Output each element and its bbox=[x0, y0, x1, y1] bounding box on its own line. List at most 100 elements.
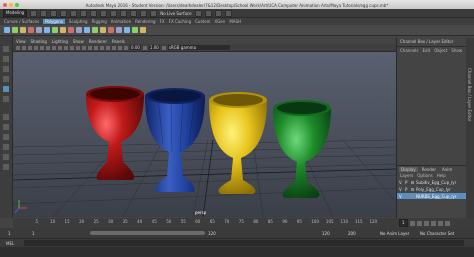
command-language-label[interactable]: MEL bbox=[6, 241, 14, 246]
layout-side-icon[interactable] bbox=[3, 134, 9, 140]
range-inner-start-field[interactable]: 1 bbox=[32, 231, 35, 236]
egg-cup-yellow[interactable] bbox=[209, 92, 267, 194]
panel-menu-view[interactable]: View bbox=[16, 39, 26, 44]
channel-box-menu-show[interactable]: Show bbox=[451, 48, 462, 53]
grid-icon[interactable] bbox=[34, 45, 38, 50]
layer-menu-layers[interactable]: Layers bbox=[400, 173, 413, 178]
time-slider[interactable]: 5 10 15 20 25 30 35 40 45 50 55 60 65 70 75 80 85 90 95 100… bbox=[13, 218, 396, 228]
step-forward-icon[interactable] bbox=[437, 220, 443, 226]
exposure-icon[interactable] bbox=[124, 45, 128, 50]
shelf-tool-icon[interactable] bbox=[108, 27, 114, 33]
layer-playback-toggle[interactable]: P bbox=[405, 187, 409, 192]
color-management-icon[interactable] bbox=[161, 45, 166, 50]
snap-point-icon[interactable] bbox=[130, 9, 138, 17]
layer-playback-toggle[interactable]: P bbox=[405, 180, 409, 185]
snap-grid-icon[interactable] bbox=[110, 9, 118, 17]
gamma-field[interactable]: 1.00 bbox=[148, 45, 160, 50]
layout-outliner-icon[interactable] bbox=[3, 144, 9, 150]
motion-blur-icon[interactable] bbox=[94, 45, 98, 50]
live-surface-icon[interactable] bbox=[150, 9, 158, 17]
shelf-tool-icon[interactable] bbox=[116, 27, 122, 33]
egg-cup-green[interactable] bbox=[273, 100, 331, 198]
panel-menu-show[interactable]: Show bbox=[73, 39, 84, 44]
smooth-shade-icon[interactable] bbox=[64, 45, 68, 50]
gamma-icon[interactable] bbox=[142, 45, 147, 50]
layer-visible-toggle[interactable]: V bbox=[399, 194, 403, 199]
shelf-tool-icon[interactable] bbox=[12, 27, 18, 33]
layer-visible-toggle[interactable]: V bbox=[399, 180, 403, 185]
snap-view-icon[interactable] bbox=[140, 9, 148, 17]
redo-icon[interactable] bbox=[70, 9, 78, 17]
shelf-tab[interactable]: XGen bbox=[214, 19, 225, 24]
layer-tab-anim[interactable]: Anim bbox=[440, 167, 454, 172]
range-max-field[interactable]: 200 bbox=[348, 231, 356, 236]
paint-select-icon[interactable] bbox=[3, 66, 9, 72]
shelf-tool-icon[interactable] bbox=[100, 27, 106, 33]
open-scene-icon[interactable] bbox=[40, 9, 48, 17]
select-tool-icon[interactable] bbox=[3, 46, 9, 52]
shelf-tab[interactable]: Sculpting bbox=[69, 19, 88, 24]
go-to-start-icon[interactable] bbox=[409, 220, 415, 226]
channel-box-menu-channels[interactable]: Channels bbox=[400, 48, 419, 53]
hypershade-icon[interactable] bbox=[224, 9, 232, 17]
shelf-tool-icon[interactable] bbox=[132, 27, 138, 33]
range-slider-track[interactable] bbox=[90, 231, 205, 235]
new-scene-icon[interactable] bbox=[30, 9, 38, 17]
render-icon[interactable] bbox=[194, 9, 202, 17]
layout-graph-icon[interactable] bbox=[3, 154, 9, 160]
shelf-tool-icon[interactable] bbox=[44, 27, 50, 33]
mode-select[interactable]: Modeling bbox=[3, 9, 28, 17]
range-start-field[interactable]: 1 bbox=[8, 231, 11, 236]
snap-curve-icon[interactable] bbox=[120, 9, 128, 17]
shelf-tab[interactable]: MASH bbox=[229, 19, 241, 24]
shelf-tab[interactable]: Rendering bbox=[135, 19, 155, 24]
shadows-icon[interactable] bbox=[82, 45, 86, 50]
render-settings-icon[interactable] bbox=[214, 9, 222, 17]
xray-icon[interactable] bbox=[112, 45, 116, 50]
channel-box-menu-edit[interactable]: Edit bbox=[423, 48, 431, 53]
side-tab[interactable]: Channel Box / Layer Editor bbox=[466, 38, 474, 218]
shelf-tab[interactable]: Animation bbox=[111, 19, 131, 24]
shelf-tool-icon[interactable] bbox=[36, 27, 42, 33]
layout-hypershade-icon[interactable] bbox=[3, 164, 9, 170]
image-plane-icon[interactable] bbox=[28, 45, 32, 50]
shelf-tab[interactable]: FX bbox=[160, 19, 165, 24]
select-hierarchy-icon[interactable] bbox=[80, 9, 88, 17]
shelf-tool-icon[interactable] bbox=[60, 27, 66, 33]
lasso-tool-icon[interactable] bbox=[3, 56, 9, 62]
textured-icon[interactable] bbox=[70, 45, 74, 50]
panel-menu-renderer[interactable]: Renderer bbox=[89, 39, 107, 44]
play-back-icon[interactable] bbox=[423, 220, 429, 226]
layer-color-swatch[interactable] bbox=[411, 194, 414, 198]
isolate-select-icon[interactable] bbox=[106, 45, 110, 50]
shelf-tool-icon[interactable] bbox=[124, 27, 130, 33]
camera-attributes-icon[interactable] bbox=[16, 45, 20, 50]
viewport-persp[interactable]: persp bbox=[13, 52, 396, 217]
shelf-tool-icon[interactable] bbox=[92, 27, 98, 33]
layer-row-selected[interactable]: V NURBS_Egg_Cup_lyr bbox=[397, 193, 467, 199]
xray-joints-icon[interactable] bbox=[118, 45, 122, 50]
channel-box-menu-object[interactable]: Object bbox=[434, 48, 447, 53]
layer-row[interactable]: V P Subdiv_Egg_Cup_lyr bbox=[397, 179, 467, 185]
shelf-tool-icon[interactable] bbox=[20, 27, 26, 33]
shelf-tab-polygons[interactable]: Polygons bbox=[43, 19, 65, 24]
shelf-tab[interactable]: Curves / Surfaces bbox=[4, 19, 39, 24]
egg-cup-red[interactable] bbox=[86, 86, 144, 180]
move-tool-icon[interactable] bbox=[3, 76, 9, 82]
panel-menu-panels[interactable]: Panels bbox=[112, 39, 125, 44]
shelf-tool-icon[interactable] bbox=[28, 27, 34, 33]
select-object-icon[interactable] bbox=[90, 9, 98, 17]
lights-icon[interactable] bbox=[76, 45, 80, 50]
scale-tool-icon[interactable] bbox=[3, 96, 9, 102]
resolution-gate-icon[interactable] bbox=[46, 45, 50, 50]
shelf-tool-icon[interactable] bbox=[140, 27, 146, 33]
layer-visible-toggle[interactable]: V bbox=[399, 187, 403, 192]
range-end-field[interactable]: 120 bbox=[322, 231, 330, 236]
shelf-tool-icon[interactable] bbox=[4, 27, 10, 33]
ipr-render-icon[interactable] bbox=[204, 9, 212, 17]
character-set-select[interactable]: No Character Set bbox=[420, 231, 454, 236]
layer-menu-help[interactable]: Help bbox=[437, 173, 446, 178]
shelf-tool-icon[interactable] bbox=[84, 27, 90, 33]
layer-color-swatch[interactable] bbox=[411, 180, 414, 184]
rotate-tool-icon[interactable] bbox=[3, 86, 9, 92]
